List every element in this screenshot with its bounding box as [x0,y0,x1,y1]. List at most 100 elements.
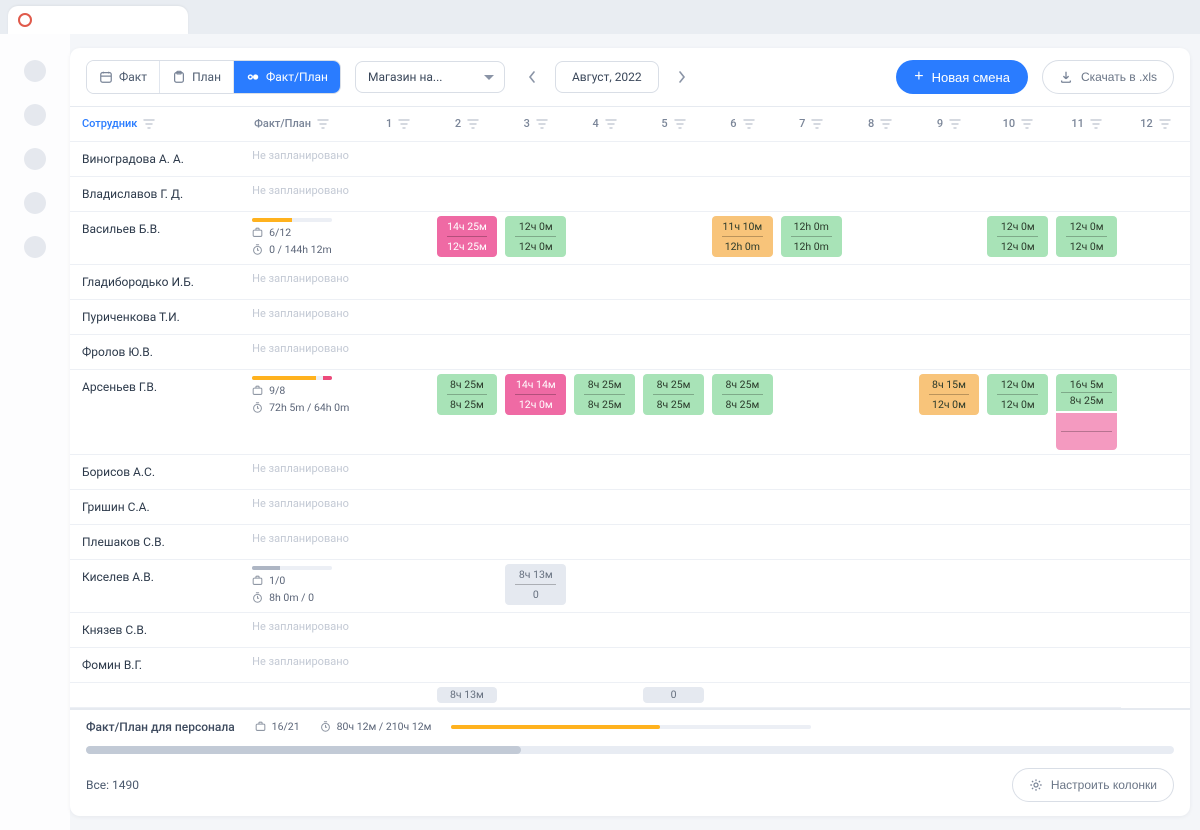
filter-icon[interactable] [880,119,892,129]
header-day[interactable]: 9 [937,117,943,130]
briefcase-icon [252,227,263,238]
nav-item[interactable] [24,236,46,258]
left-nav-rail [0,34,70,830]
table-row: Фролов Ю.В. Не запланировано [70,334,1190,369]
not-planned-label: Не запланировано [252,655,349,668]
table-row: Князев С.В.Не запланировано [70,612,1190,647]
not-planned-label: Не запланировано [252,149,349,162]
header-day[interactable]: 8 [868,117,874,130]
employee-name[interactable]: Арсеньев Г.В. [70,369,242,454]
filter-icon[interactable] [467,119,479,129]
table-row: Фомин В.Г. Не запланировано [70,647,1190,682]
employee-name[interactable]: Васильев Б.В. [70,211,242,264]
employee-name[interactable]: Владиславов Г. Д. [70,176,242,211]
timer-icon [252,592,263,603]
header-day[interactable]: 6 [730,117,736,130]
chevron-left-icon [528,71,536,83]
table-row: Пуриченкова Т.И.Не запланировано [70,299,1190,334]
filter-icon[interactable] [143,119,155,129]
download-xls-button[interactable]: Скачать в .xls [1042,60,1174,94]
header-day[interactable]: 2 [455,117,461,130]
nav-item[interactable] [24,148,46,170]
view-fact-button[interactable]: Факт [87,61,160,93]
table-row: Гладибородько И.Б.Не запланировано [70,264,1190,299]
shift-cell[interactable]: 12h 0m12h 0m [781,216,842,257]
summary-count: 16/21 [272,720,300,733]
shift-cell[interactable]: 8ч 25м8ч 25м [712,374,773,415]
employee-name[interactable]: Плешаков С.В. [70,524,242,559]
employee-name[interactable]: Фомин В.Г. [70,647,242,682]
shift-cell[interactable]: 12ч 0м12ч 0м [987,216,1048,257]
table-row: Виноградова А. А. Не запланировано [70,141,1190,176]
header-factplan[interactable]: Факт/План [254,117,311,130]
plan-block: 1/08h 0m / 0 [252,566,356,604]
header-day[interactable]: 12 [1140,117,1153,130]
configure-columns-button[interactable]: Настроить колонки [1012,768,1174,802]
card-footer: Все: 1490 Настроить колонки [70,754,1190,816]
shift-cell[interactable]: 8ч 25м8ч 25м [574,374,635,415]
horizontal-scrollbar[interactable] [86,746,1174,754]
favicon-icon [18,13,32,27]
filter-icon[interactable] [1021,119,1033,129]
shift-cell[interactable]: 8ч 25м8ч 25м [643,374,704,415]
filter-icon[interactable] [743,119,755,129]
month-next-button[interactable] [669,64,695,90]
view-plan-button[interactable]: План [160,61,234,93]
employee-name[interactable]: Виноградова А. А. [70,141,242,176]
not-planned-label: Не запланировано [252,342,349,355]
employee-name[interactable]: Гришин С.А. [70,489,242,524]
filter-icon[interactable] [811,119,823,129]
header-day[interactable]: 4 [593,117,599,130]
table-row: Плешаков С.В.Не запланировано [70,524,1190,559]
shift-cell[interactable]: 8ч 25м8ч 25м [437,374,498,415]
shift-cell[interactable]: 12ч 0м12ч 0м [1056,216,1117,257]
nav-item[interactable] [24,60,46,82]
employee-name[interactable]: Киселев А.В. [70,559,242,612]
header-employee[interactable]: Сотрудник [82,117,137,130]
total-count: Все: 1490 [86,778,139,792]
month-prev-button[interactable] [519,64,545,90]
shift-cell[interactable]: 14ч 14м12ч 0м [505,374,566,415]
shift-cell[interactable]: 0 [643,687,704,703]
filter-icon[interactable] [1090,119,1102,129]
view-factplan-button[interactable]: Факт/План [234,61,340,93]
shift-cell[interactable]: 8ч 15м12ч 0м [919,374,980,415]
filter-icon[interactable] [536,119,548,129]
header-day[interactable]: 3 [524,117,530,130]
browser-tab[interactable] [8,6,188,34]
header-day[interactable]: 1 [386,117,392,130]
timer-icon [252,244,263,255]
header-day[interactable]: 11 [1071,117,1084,130]
configure-columns-label: Настроить колонки [1051,778,1157,792]
filter-icon[interactable] [674,119,686,129]
shift-cell[interactable]: 16ч 5м8ч 25м [1056,374,1117,450]
header-day[interactable]: 7 [799,117,805,130]
employee-name[interactable]: Гладибородько И.Б. [70,264,242,299]
shift-cell[interactable]: 14ч 25м12ч 25м [437,216,498,257]
new-shift-button[interactable]: Новая смена [896,60,1028,94]
nav-item[interactable] [24,104,46,126]
nav-item[interactable] [24,192,46,214]
briefcase-icon [252,385,263,396]
filter-icon[interactable] [605,119,617,129]
month-display[interactable]: Август, 2022 [555,61,659,93]
scrollbar-thumb[interactable] [86,746,521,754]
employee-name[interactable]: Фролов Ю.В. [70,334,242,369]
briefcase-icon [255,721,266,732]
store-select[interactable]: Магазин на... [355,61,505,93]
header-day[interactable]: 5 [661,117,667,130]
shift-cell[interactable]: 8ч 13м0 [505,564,566,605]
shift-cell[interactable]: 12ч 0м12ч 0м [987,374,1048,415]
employee-name[interactable]: Пуриченкова Т.И. [70,299,242,334]
employee-name[interactable]: Князев С.В. [70,612,242,647]
header-day[interactable]: 10 [1003,117,1016,130]
filter-icon[interactable] [317,119,329,129]
employee-name[interactable]: Борисов А.С. [70,454,242,489]
shift-cell[interactable]: 12ч 0м12ч 0м [505,216,566,257]
filter-icon[interactable] [949,119,961,129]
shift-cell[interactable]: 8ч 13м [437,687,498,703]
shift-cell[interactable]: 11ч 10м12h 0m [712,216,773,257]
filter-icon[interactable] [1159,119,1171,129]
filter-icon[interactable] [398,119,410,129]
browser-tab-strip [0,0,1200,34]
